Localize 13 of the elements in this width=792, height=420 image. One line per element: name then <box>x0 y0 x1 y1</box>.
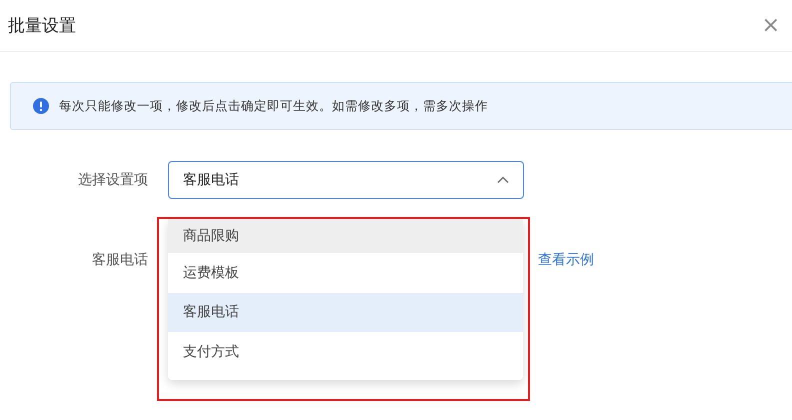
example-link[interactable]: 查看示例 <box>538 251 594 269</box>
close-button[interactable]: × <box>758 13 784 38</box>
dropdown-option[interactable]: 支付方式 <box>168 332 523 372</box>
caret-icon <box>497 176 509 184</box>
dropdown-option[interactable]: 客服电话 <box>168 292 523 332</box>
info-message: 每次只能修改一项，修改后点击确定即可生效。如需修改多项，需多次操作 <box>59 98 488 114</box>
field-label: 客服电话 <box>91 251 149 269</box>
dropdown-option[interactable]: 运费模板 <box>168 253 523 292</box>
setting-select[interactable]: 客服电话 <box>168 161 524 199</box>
info-icon <box>33 98 49 114</box>
dialog-title: 批量设置 <box>8 15 76 37</box>
dropdown-option[interactable]: 商品限购 <box>168 218 523 253</box>
field-label: 选择设置项 <box>77 171 149 189</box>
